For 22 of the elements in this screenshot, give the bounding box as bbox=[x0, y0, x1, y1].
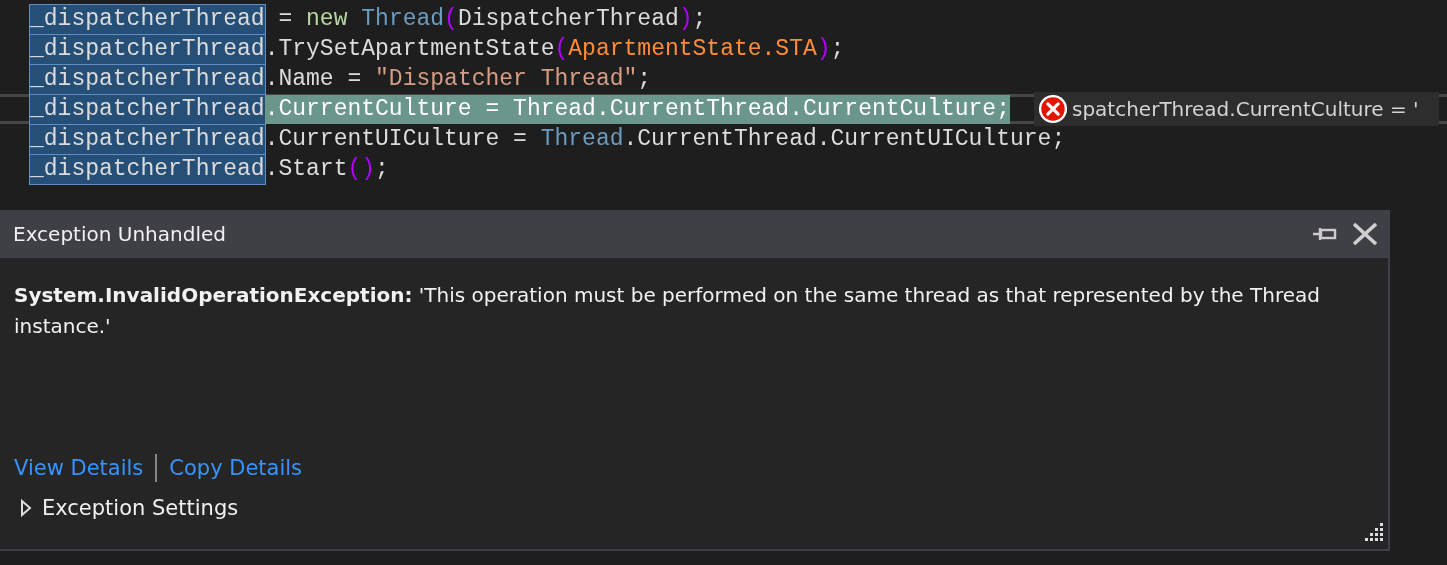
dialog-title: Exception Unhandled bbox=[13, 222, 226, 246]
code-line: .Name = "Dispatcher Thread"; bbox=[264, 64, 652, 94]
close-icon[interactable] bbox=[1352, 223, 1378, 245]
exception-settings-toggle[interactable]: Exception Settings bbox=[42, 496, 239, 520]
resize-grip-icon[interactable] bbox=[1362, 521, 1384, 543]
inline-error-text: spatcherThread.CurrentCulture = ' bbox=[1071, 97, 1419, 121]
expand-caret-icon[interactable] bbox=[20, 499, 32, 517]
details-link[interactable]: View Details bbox=[14, 456, 144, 480]
error-icon bbox=[1037, 94, 1068, 124]
code-line: .CurrentUICulture = Thread.CurrentThread.CurrentUICulture; bbox=[264, 124, 1066, 154]
selected-identifier: _dispatcherThread bbox=[30, 94, 265, 124]
selected-identifier: _dispatcherThread bbox=[30, 64, 265, 94]
details-link[interactable]: Copy Details bbox=[169, 456, 303, 480]
pin-icon[interactable] bbox=[1312, 226, 1338, 242]
selected-identifier: _dispatcherThread bbox=[30, 124, 265, 154]
code-line: .Start(); bbox=[264, 154, 389, 184]
exception-message: System.InvalidOperationException: 'This operation must be performed on the same thread as that represented by the Thread instance.' bbox=[14, 282, 1321, 340]
selected-identifier: _dispatcherThread bbox=[30, 4, 265, 34]
selected-identifier: _dispatcherThread bbox=[30, 154, 265, 184]
code-line: .TrySetApartmentState(ApartmentState.STA); bbox=[264, 34, 845, 64]
selected-identifier: _dispatcherThread bbox=[30, 34, 265, 64]
code-line: = new Thread(DispatcherThread); bbox=[277, 4, 707, 34]
